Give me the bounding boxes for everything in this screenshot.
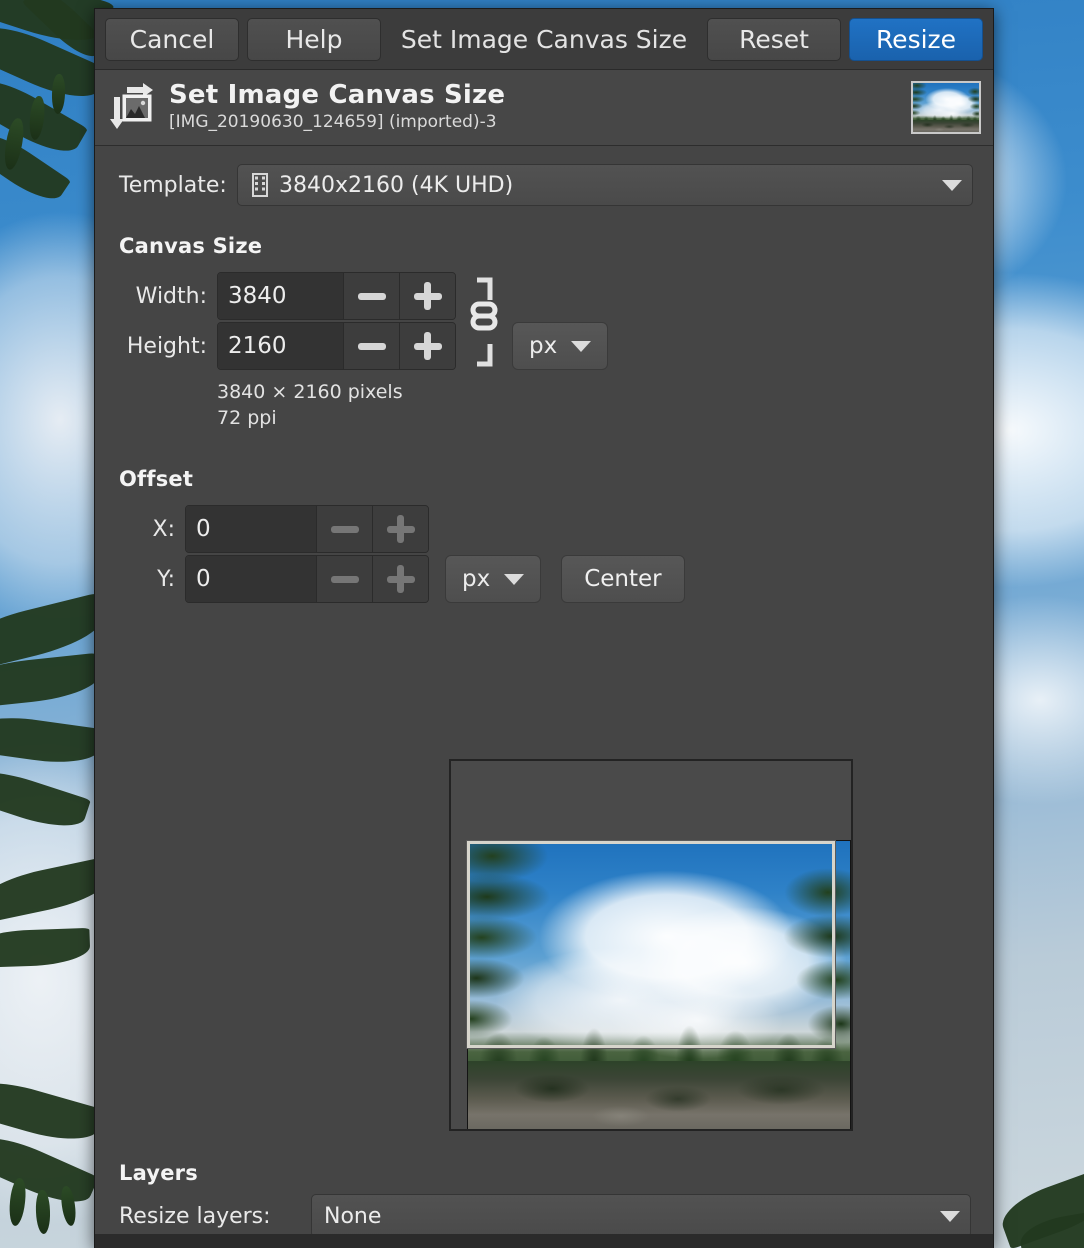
photo-treeline xyxy=(913,106,979,122)
offset-y-input[interactable]: 0 xyxy=(186,556,316,603)
template-value: 3840x2160 (4K UHD) xyxy=(279,172,514,198)
template-label: Template: xyxy=(119,172,227,198)
set-canvas-size-icon xyxy=(110,82,153,129)
height-label: Height: xyxy=(126,333,207,359)
canvas-offset-preview[interactable] xyxy=(449,759,853,1131)
offset-x-row: X: 0 xyxy=(119,505,973,554)
dialog-bottom-strip xyxy=(94,1234,994,1248)
film-strip-icon xyxy=(252,173,268,197)
offset-x-decrement-button[interactable] xyxy=(316,506,372,553)
width-spinner[interactable]: 3840 xyxy=(217,272,456,320)
template-dropdown[interactable]: 3840x2160 (4K UHD) xyxy=(237,164,973,206)
width-input[interactable]: 3840 xyxy=(218,273,343,319)
help-button[interactable]: Help xyxy=(247,17,381,61)
cancel-button[interactable]: Cancel xyxy=(105,17,239,61)
offset-y-label: Y: xyxy=(157,566,175,592)
subheader-text: Set Image Canvas Size [IMG_20190630_1246… xyxy=(169,81,899,135)
chevron-down-icon xyxy=(504,573,525,585)
chevron-down-icon xyxy=(942,179,962,191)
width-increment-button[interactable] xyxy=(399,273,455,319)
dialog-body: Template: 3840x2160 (4K UHD) Canvas Size xyxy=(95,146,993,1247)
resize-button[interactable]: Resize xyxy=(849,17,983,61)
height-decrement-button[interactable] xyxy=(343,323,399,369)
width-decrement-button[interactable] xyxy=(343,273,399,319)
offset-y-increment-button[interactable] xyxy=(372,556,428,603)
reset-button[interactable]: Reset xyxy=(707,17,841,61)
minus-icon xyxy=(330,575,359,583)
set-canvas-size-dialog: Cancel Help Set Image Canvas Size Reset … xyxy=(94,8,994,1248)
plus-icon-v xyxy=(397,515,404,544)
offset-y-decrement-button[interactable] xyxy=(316,556,372,603)
width-row: Width: 3840 xyxy=(119,272,456,320)
height-increment-button[interactable] xyxy=(399,323,455,369)
plus-icon-v xyxy=(424,332,431,360)
height-row: Height: 2160 xyxy=(119,322,456,370)
dialog-subheader: Set Image Canvas Size [IMG_20190630_1246… xyxy=(95,70,993,146)
offset-unit-value: px xyxy=(462,566,491,593)
canvas-size-spinners: Width: 3840 Height: 2160 3840 × 2160 pix… xyxy=(119,272,456,431)
height-input[interactable]: 2160 xyxy=(218,323,343,369)
offset-x-spinner[interactable]: 0 xyxy=(185,505,429,554)
minus-icon xyxy=(330,525,359,533)
dialog-title: Set Image Canvas Size xyxy=(400,24,688,54)
height-spinner[interactable]: 2160 xyxy=(217,322,456,370)
thumbnail-photo xyxy=(913,83,979,132)
offset-fields: X: 0 Y: 0 px Center xyxy=(119,505,973,604)
photo-ground xyxy=(468,1060,850,1129)
canvas-size-heading: Canvas Size xyxy=(119,234,263,258)
minus-icon xyxy=(357,342,386,350)
offset-y-spinner[interactable]: 0 xyxy=(185,555,429,604)
canvas-unit-dropdown[interactable]: px xyxy=(512,322,609,370)
canvas-dimensions-info: 3840 × 2160 pixels xyxy=(217,381,403,403)
resize-layers-label: Resize layers: xyxy=(119,1203,271,1229)
photo-treeline xyxy=(468,979,850,1067)
photo-ground xyxy=(913,120,979,132)
chevron-down-icon xyxy=(571,340,592,352)
offset-x-label: X: xyxy=(152,516,175,542)
page-title: Set Image Canvas Size xyxy=(169,79,506,110)
offset-unit-dropdown[interactable]: px xyxy=(445,555,542,604)
minus-icon xyxy=(357,292,386,300)
canvas-unit-area: px xyxy=(512,272,609,370)
chevron-down-icon xyxy=(940,1210,960,1222)
canvas-unit-value: px xyxy=(529,333,558,359)
canvas-resolution-info: 72 ppi xyxy=(217,406,277,429)
image-name: [IMG_20190630_124659] (imported)-3 xyxy=(169,112,497,133)
resize-layers-dropdown[interactable]: None xyxy=(311,1194,971,1238)
offset-y-row: Y: 0 px Center xyxy=(119,555,973,604)
layers-heading: Layers xyxy=(119,1161,198,1185)
center-button[interactable]: Center xyxy=(561,555,685,604)
plus-icon-v xyxy=(397,565,404,594)
template-row: Template: 3840x2160 (4K UHD) xyxy=(119,164,973,206)
offset-x-input[interactable]: 0 xyxy=(186,506,316,553)
offset-x-increment-button[interactable] xyxy=(372,506,428,553)
dialog-titlebar: Cancel Help Set Image Canvas Size Reset … xyxy=(95,9,993,70)
resize-layers-row: Resize layers: None xyxy=(119,1194,971,1238)
chain-link-icon xyxy=(470,277,498,367)
canvas-size-fields: Width: 3840 Height: 2160 3840 × 2160 pix… xyxy=(119,272,973,431)
preview-photo-content xyxy=(468,841,850,1129)
width-label: Width: xyxy=(135,283,207,309)
preview-image[interactable] xyxy=(467,840,851,1129)
offset-heading: Offset xyxy=(119,467,194,492)
plus-icon-v xyxy=(424,282,431,310)
image-thumbnail xyxy=(911,81,981,134)
aspect-ratio-chain[interactable] xyxy=(462,272,506,372)
resize-layers-value: None xyxy=(324,1203,382,1229)
